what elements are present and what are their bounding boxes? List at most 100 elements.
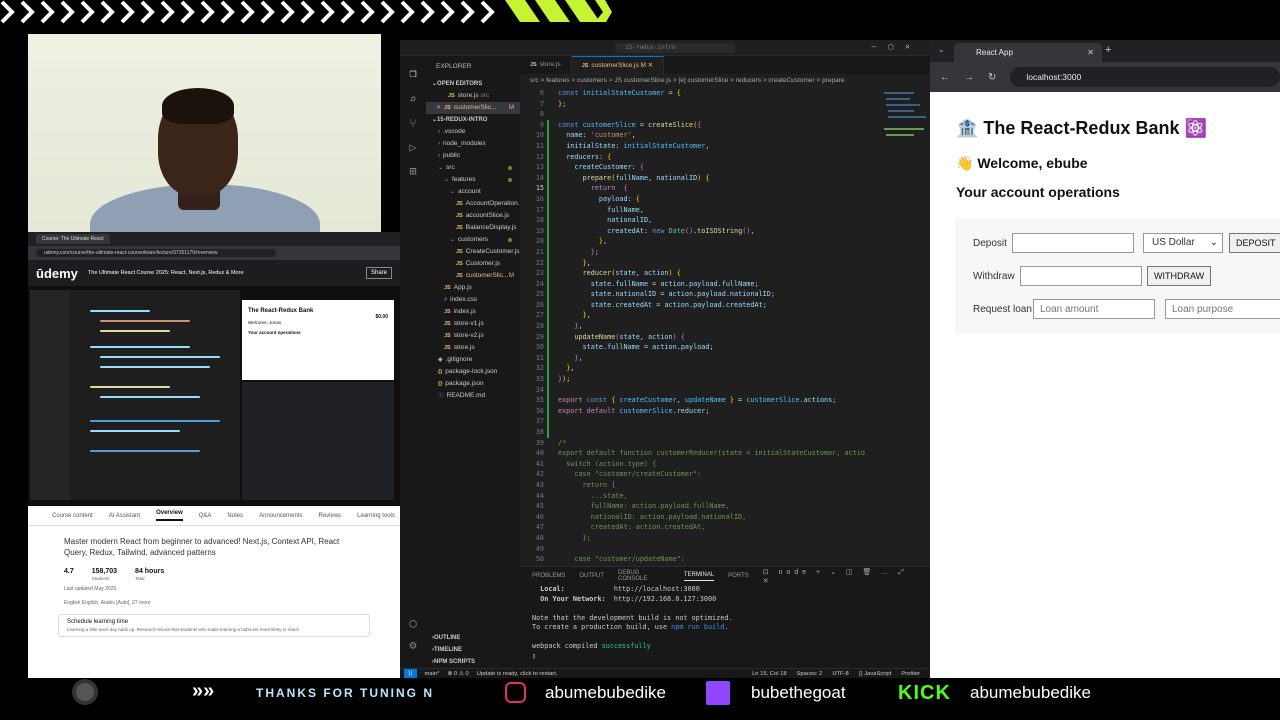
address-bar[interactable]: localhost:3000 (1010, 67, 1280, 87)
vscode-window: 15-redux-intro —▢✕ ❐ ⌕ ⑂ ▷ ⊞ ◯ ⚙ EXPLORE… (400, 40, 930, 678)
tab-reviews[interactable]: Reviews (318, 513, 341, 519)
schedule-card[interactable]: Schedule learning time Learning a little… (58, 614, 370, 637)
tab-search-chevron-icon[interactable]: ⌄ (938, 45, 945, 54)
breadcrumb[interactable]: src > features > customers > JS customer… (520, 74, 930, 88)
settings-gear-icon[interactable]: ⚙ (406, 638, 420, 652)
panel-tab-problems[interactable]: PROBLEMS (532, 573, 565, 579)
extensions-icon[interactable]: ⊞ (406, 164, 420, 178)
timeline-section[interactable]: ›TIMELINE (426, 644, 520, 656)
minimap[interactable] (880, 88, 930, 564)
file-tree-item[interactable]: JS AccountOperation... (426, 198, 520, 210)
udemy-url[interactable]: udemy.com/course/the-ultimate-react-cour… (36, 249, 276, 257)
currency-select[interactable]: US Dollar ⌄ (1143, 233, 1223, 253)
tab-qa[interactable]: Q&A (199, 513, 212, 519)
prettier-status[interactable]: Prettier (901, 671, 920, 677)
file-tree-item[interactable]: JS CreateCustomer.js (426, 246, 520, 258)
editor-tabs: JS store.js JS customerSlice.js M ✕ (520, 56, 930, 74)
problems-count[interactable]: ⊗ 0 ⚠ 0 (447, 671, 468, 677)
loan-purpose-input[interactable] (1165, 299, 1280, 319)
indentation[interactable]: Spaces: 2 (797, 671, 823, 677)
reload-icon[interactable]: ↻ (988, 72, 996, 83)
update-message[interactable]: Update is ready, click to restart. (477, 671, 558, 677)
browser-tab-react-app[interactable]: React App ✕ (954, 43, 1102, 62)
stream-bottom-bar: »» THANKS FOR TUNING N abumebubedike bub… (0, 678, 1280, 720)
panel-actions[interactable]: ⊡ node + ⌄ ◫ 🗑 … ⤢ ✕ (763, 568, 930, 585)
file-tree-item[interactable]: ◆ .gitignore (426, 354, 520, 366)
file-tree-item[interactable]: JS Customer.js (426, 258, 520, 270)
file-tree-item[interactable]: JS App.js (426, 282, 520, 294)
browser-tabbar: ⌄ React App ✕ + (930, 40, 1280, 62)
remote-indicator[interactable]: ⟩⟨ (404, 668, 417, 678)
command-center-search[interactable]: 15-redux-intro (615, 43, 735, 53)
project-section[interactable]: ⌄15-REDUX-INTRO (426, 114, 520, 126)
loan-amount-input[interactable] (1033, 299, 1155, 319)
file-tree-item[interactable]: JS customerSlic... M (426, 270, 520, 282)
file-tree-label: App.js (453, 284, 472, 291)
file-tree-item[interactable]: › node_modules (426, 138, 520, 150)
search-icon[interactable]: ⌕ (406, 92, 420, 106)
run-debug-icon[interactable]: ▷ (406, 140, 420, 154)
udemy-header: ūdemy The Ultimate React Course 2025: Re… (28, 260, 400, 286)
cursor-position[interactable]: Ln 15, Col 18 (752, 671, 786, 677)
git-branch[interactable]: main* (425, 671, 440, 677)
npm-scripts-section[interactable]: ›NPM SCRIPTS (426, 656, 520, 668)
file-tree-item[interactable]: › public (426, 150, 520, 162)
panel-tab-debug-console[interactable]: DEBUG CONSOLE (618, 570, 670, 582)
open-editors-section[interactable]: ⌄OPEN EDITORS (426, 78, 520, 90)
panel-tab-terminal[interactable]: TERMINAL (683, 572, 715, 581)
forward-icon[interactable]: → (964, 72, 974, 83)
file-tree-item[interactable]: {} package.json (426, 378, 520, 390)
tab-store-js[interactable]: JS store.js (520, 56, 572, 74)
code-editor[interactable]: 6 const initialStateCustomer = { 7}; 8 9c… (520, 88, 880, 564)
file-tree-item[interactable]: ⌄ account (426, 186, 520, 198)
file-tree-item[interactable]: JS index.js (426, 306, 520, 318)
outline-section[interactable]: ›OUTLINE (426, 632, 520, 644)
tab-notes[interactable]: Notes (227, 513, 243, 519)
video-devtools-thumbnail (242, 382, 394, 500)
file-tree-item[interactable]: JS store.js (426, 342, 520, 354)
share-button[interactable]: Share (365, 267, 392, 279)
udemy-logo[interactable]: ūdemy (36, 266, 78, 281)
withdraw-button[interactable]: WITHDRAW (1147, 266, 1212, 286)
tab-ai-assistant[interactable]: AI Assistant (109, 513, 140, 519)
panel-tab-output[interactable]: OUTPUT (579, 573, 604, 579)
file-type-icon: JS (444, 333, 451, 339)
tab-overview[interactable]: Overview (156, 510, 183, 521)
open-editor-customerslice[interactable]: ✕ JS customerSlic... M (426, 102, 520, 114)
file-tree-item[interactable]: ⓘ README.md (426, 390, 520, 402)
deposit-input[interactable] (1012, 233, 1134, 253)
file-tree-item[interactable]: ⌄ src (426, 162, 520, 174)
file-tree-item[interactable]: JS BalanceDisplay.js (426, 222, 520, 234)
tab-customerslice-js[interactable]: JS customerSlice.js M ✕ (571, 56, 665, 74)
file-tree-item[interactable]: JS store-v2.js (426, 330, 520, 342)
back-icon[interactable]: ← (940, 72, 950, 83)
close-tab-icon[interactable]: ✕ (1087, 43, 1094, 62)
udemy-tab[interactable]: Course: The Ultimate React (36, 234, 110, 244)
encoding[interactable]: UTF-8 (832, 671, 848, 677)
deposit-button[interactable]: DEPOSIT (1229, 233, 1280, 253)
account-icon[interactable]: ◯ (406, 616, 420, 630)
explorer-icon[interactable]: ❐ (406, 66, 420, 80)
file-tree-item[interactable]: › .vscode (426, 126, 520, 138)
tab-learning-tools[interactable]: Learning tools (357, 513, 395, 519)
panel-tab-ports[interactable]: PORTS (728, 573, 749, 579)
source-control-icon[interactable]: ⑂ (406, 116, 420, 130)
file-tree-item[interactable]: JS accountSlice.js (426, 210, 520, 222)
open-editor-store[interactable]: JS store.js src (426, 90, 520, 102)
file-tree-item[interactable]: ⌄ customers (426, 234, 520, 246)
tab-course-content[interactable]: Course content (52, 513, 93, 519)
file-tree-item[interactable]: JS store-v1.js (426, 318, 520, 330)
course-video[interactable]: The React-Redux Bank $0.00 Welcome, Jona… (28, 286, 400, 506)
course-description: Master modern React from beginner to adv… (64, 537, 340, 557)
file-tree-item[interactable]: # index.css (426, 294, 520, 306)
window-controls[interactable]: —▢✕ (872, 42, 922, 51)
tab-announcements[interactable]: Announcements (259, 513, 302, 519)
withdraw-input[interactable] (1020, 266, 1142, 286)
file-type-icon: › (438, 141, 440, 147)
language-mode[interactable]: {} JavaScript (859, 671, 892, 677)
file-tree-item[interactable]: {} package-lock.json (426, 366, 520, 378)
file-tree-item[interactable]: ⌄ features (426, 174, 520, 186)
terminal-output[interactable]: Local: http://localhost:3000 On Your Net… (520, 585, 930, 661)
new-tab-icon[interactable]: + (1105, 44, 1111, 56)
explorer-panel: EXPLORER ⌄OPEN EDITORS JS store.js src ✕ J… (426, 56, 520, 668)
